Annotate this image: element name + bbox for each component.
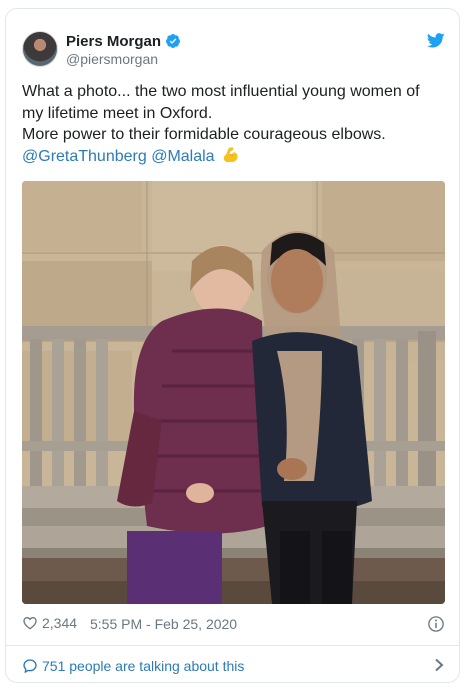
- photo-illustration: [22, 181, 445, 604]
- tweet-meta: 2,344 5:55 PM - Feb 25, 2020: [22, 615, 445, 635]
- flexed-biceps-icon: [223, 146, 238, 162]
- conversation-link[interactable]: 751 people are talking about this: [6, 646, 459, 682]
- chevron-right-icon: [435, 658, 444, 672]
- twitter-bird-icon[interactable]: [427, 33, 445, 48]
- author-name[interactable]: Piers Morgan: [66, 33, 161, 50]
- author-avatar[interactable]: [22, 31, 58, 67]
- tweet-line-3: More power to their formidable courageou…: [22, 126, 386, 143]
- heart-icon: [23, 616, 37, 630]
- tweet-photo[interactable]: [22, 181, 445, 604]
- tweet-mentions-line: @GretaThunberg @Malala: [22, 146, 447, 168]
- mention-malala[interactable]: @Malala: [151, 148, 214, 165]
- mention-greta[interactable]: @GretaThunberg: [22, 148, 147, 165]
- tweet-header: Piers Morgan @piersmorgan: [22, 31, 445, 69]
- author-handle[interactable]: @piersmorgan: [66, 51, 158, 67]
- verified-badge-icon: [166, 34, 181, 48]
- like-count: 2,344: [42, 615, 78, 631]
- tweet-timestamp[interactable]: 5:55 PM - Feb 25, 2020: [90, 616, 237, 632]
- tweet-card: Piers Morgan @piersmorgan What a photo..…: [5, 8, 460, 683]
- talking-count-text: 751 people are talking about this: [42, 658, 245, 674]
- tweet-line-1: What a photo... the two most influential…: [22, 83, 420, 100]
- tweet-text: What a photo... the two most influential…: [22, 81, 447, 167]
- tweet-line-2: my lifetime meet in Oxford.: [22, 104, 213, 122]
- info-icon[interactable]: [427, 615, 445, 633]
- name-row: Piers Morgan: [66, 32, 181, 50]
- like-button[interactable]: 2,344: [22, 615, 77, 631]
- reply-bubble-icon: [23, 659, 37, 674]
